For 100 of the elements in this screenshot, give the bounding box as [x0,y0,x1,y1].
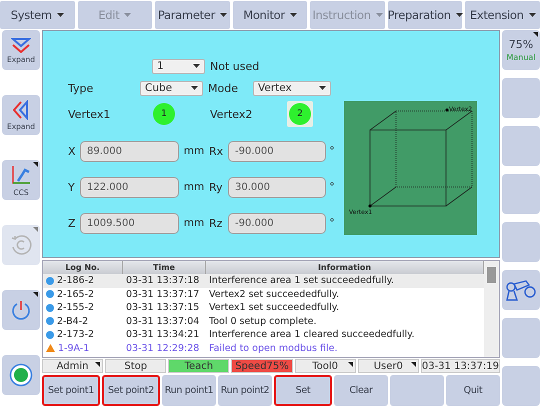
rotation-field[interactable]: 30.000 [228,176,326,198]
log-row[interactable]: 2-B4-2 03-31 13:37:04 Tool 0 setup complete. [43,314,484,328]
corner-mark-icon [33,227,38,232]
unit-label: ° [328,217,336,229]
speed-mode-button[interactable]: 75% Manual [502,30,540,70]
table-cell-text: Vertex2 set succeededfully. [208,288,340,300]
coordinate-field[interactable]: 122.000 [80,176,179,198]
status-item[interactable]: User0 [358,359,419,373]
coordinate-field[interactable]: 1009.500 [80,212,179,234]
corner-mark-icon [33,292,38,297]
type-dropdown[interactable]: Cube [140,80,203,96]
axis-label: Rz [209,216,224,230]
table-cell-text: 03-31 13:37:15 [125,302,200,314]
caret-icon [191,86,198,90]
action-button[interactable]: Set point1 [42,375,100,406]
scrollbar[interactable] [484,261,499,357]
blank-button[interactable] [502,78,540,118]
power-icon [10,299,32,321]
table-cell: 2-155-2 [43,302,123,314]
table-cell-text: 03-31 13:34:21 [125,329,200,340]
record-icon [9,363,33,387]
caret-icon [290,13,297,17]
action-button[interactable]: Run point2 [218,375,272,406]
status-item[interactable]: Tool0 [294,359,356,373]
log-row[interactable]: 2-155-2 03-31 13:37:15 Vertex1 set succeededfully. [43,301,484,314]
vertex-label: Vertex2 [210,108,254,120]
vertex-button[interactable]: 2 [287,101,313,127]
menu-button[interactable]: Extension [465,1,540,29]
corner-mark-icon [33,162,38,167]
unit-label: mm [182,181,206,193]
table-cell: 2-173-2 [43,329,123,340]
chevron-down-icon [11,36,31,52]
status-item[interactable]: Speed75% [231,359,293,373]
robot-button[interactable] [502,270,540,310]
caret-icon [376,13,383,17]
mode-dropdown[interactable]: Vertex [253,80,331,96]
vertex-point-icon [368,204,372,208]
blank-button[interactable] [502,222,540,262]
status-item[interactable]: Stop [105,359,166,373]
corner-mark-icon [533,32,538,37]
unit-label: ° [328,181,336,193]
vertex-button[interactable]: 1 [152,102,176,126]
log-row[interactable]: 2-186-2 03-31 13:37:18 Interference area 1 set succeededfully. [43,274,484,288]
table-cell-text: Interference area 1 cleared succeededfully. [208,329,416,340]
caret-icon [193,64,200,68]
action-button[interactable]: Quit [446,375,500,406]
unit-label: ° [328,145,336,157]
menu-button[interactable]: Monitor [232,1,308,29]
rotation-field[interactable]: -90.000 [228,140,326,162]
blank-button[interactable] [502,366,540,406]
warning-icon [46,344,55,352]
mode-label: Mode [208,82,239,94]
menu-button[interactable]: Parameter [155,1,230,29]
corner-mark-icon [410,362,416,367]
table-cell-text: Interference area 1 set succeededfully. [208,275,395,286]
table-cell-text: Failed to open modbus file. [208,342,338,354]
action-button[interactable] [390,375,444,406]
axis-label: Ry [209,180,224,194]
menu-button[interactable]: Preparation [388,1,462,29]
caret-icon [56,13,64,17]
table-cell-text: Tool 0 setup complete. [208,316,318,327]
table-cell: 2-B4-2 [43,316,123,327]
coordinate-field[interactable]: 89.000 [80,140,179,162]
table-cell: 2-186-2 [43,275,123,286]
robot-axes-icon [10,164,32,186]
caret-icon [528,13,536,17]
action-button[interactable]: Set point2 [102,375,160,406]
table-cell: 1-9A-1 [43,342,123,354]
axis-label: Z [68,216,77,230]
table-cell-text: Vertex1 set succeededfully. [208,302,340,314]
table-cell: 2-165-2 [43,288,123,300]
caret-icon [220,13,228,17]
type-label: Type [68,82,94,94]
status-item[interactable]: Teach [168,359,230,373]
action-button[interactable]: Clear [334,375,388,406]
status-item[interactable]: 03-31 13:37:19 [420,359,500,373]
action-button[interactable]: Set [274,375,332,406]
corner-mark-icon [95,362,100,367]
blank-button[interactable] [502,126,540,166]
corner-mark-icon [348,362,353,367]
menu-button[interactable]: System [0,1,75,29]
unit-label: mm [182,145,206,157]
index-dropdown[interactable]: 1 [152,58,205,74]
blank-button[interactable] [502,174,540,214]
log-row[interactable]: 2-165-2 03-31 13:37:17 Vertex2 set succeededfully. [43,288,484,301]
log-row[interactable]: 2-173-2 03-31 13:34:21 Interference area 1 cleared succeededfully. [43,328,484,342]
rotation-field[interactable]: -90.000 [228,212,326,234]
axis-label: Y [68,180,76,194]
side-button[interactable] [2,290,40,330]
action-button[interactable]: Run point1 [162,375,216,406]
rotate-icon [9,233,33,257]
robot-arm-icon [505,278,537,302]
vertex-label: Vertex1 [68,108,112,120]
vertex-point-icon [446,108,448,112]
caret-icon [319,86,326,90]
side-button[interactable] [2,355,40,395]
status-item[interactable]: Admin [42,359,104,373]
table-cell-text: 03-31 13:37:18 [125,275,200,286]
blank-button[interactable] [502,318,540,358]
log-row[interactable]: 1-9A-1 03-31 12:29:28 Failed to open modbus file. [43,342,484,355]
